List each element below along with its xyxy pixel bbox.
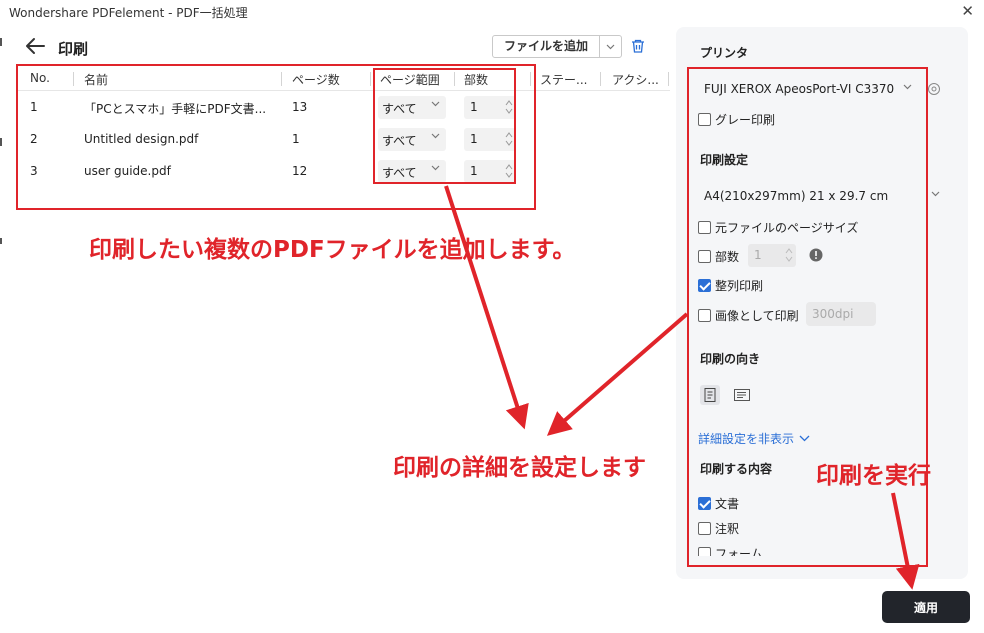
window-title: Wondershare PDFelement - PDF一括処理 bbox=[9, 6, 248, 20]
back-arrow-icon[interactable] bbox=[24, 36, 46, 56]
close-icon[interactable]: ✕ bbox=[961, 2, 974, 20]
page-title: 印刷 bbox=[58, 40, 89, 58]
apply-button[interactable]: 適用 bbox=[882, 591, 970, 623]
chevron-down-icon bbox=[606, 44, 615, 49]
add-file-button[interactable]: ファイルを追加 bbox=[492, 35, 622, 58]
col-status: ステー... bbox=[540, 73, 588, 87]
printer-heading: プリンタ bbox=[700, 46, 749, 60]
title-bar: Wondershare PDFelement - PDF一括処理 ✕ bbox=[0, 0, 984, 26]
add-file-dropdown[interactable] bbox=[599, 36, 621, 57]
col-action: アクシ... bbox=[612, 73, 659, 87]
chevron-down-icon bbox=[931, 191, 940, 197]
callout-run-print: 印刷を実行 bbox=[816, 463, 931, 489]
trash-icon[interactable] bbox=[630, 38, 646, 54]
annotation-box-range bbox=[373, 68, 516, 184]
add-file-label[interactable]: ファイルを追加 bbox=[493, 36, 599, 57]
callout-add-files: 印刷したい複数のPDFファイルを追加します。 bbox=[89, 237, 576, 263]
callout-set-details: 印刷の詳細を設定します bbox=[393, 455, 646, 481]
annotation-box-panel bbox=[687, 67, 928, 567]
gear-icon[interactable] bbox=[927, 82, 941, 96]
